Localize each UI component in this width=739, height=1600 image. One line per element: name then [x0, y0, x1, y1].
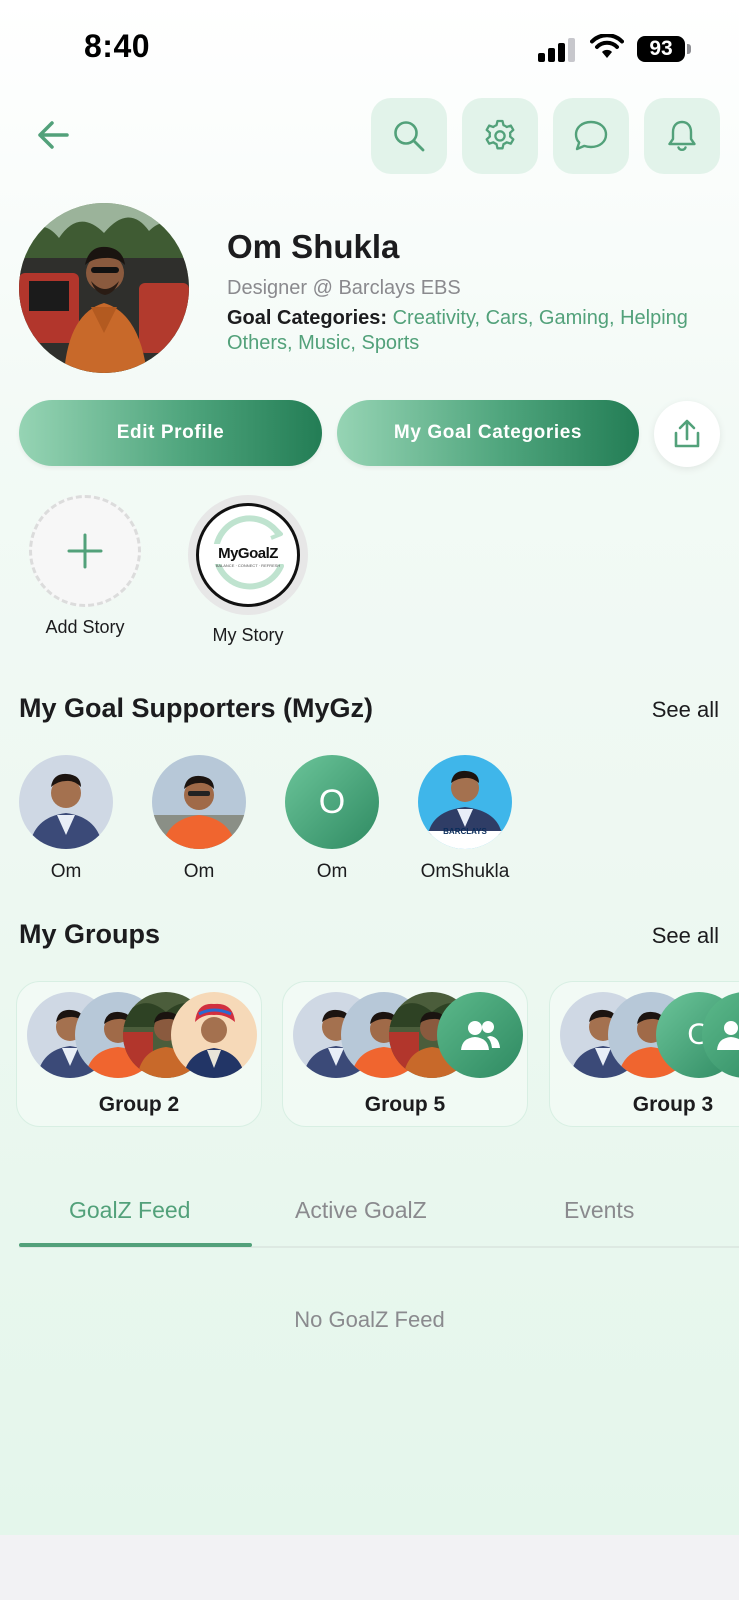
- groups-see-all[interactable]: See all: [652, 923, 719, 949]
- bottom-safe-area: [0, 1535, 739, 1600]
- supporter-item[interactable]: O Om: [284, 755, 380, 883]
- avatar-initial: O: [285, 755, 379, 849]
- wifi-icon: [590, 33, 624, 65]
- bell-icon: [668, 120, 696, 151]
- logo-wordmark: MyGoalZ: [218, 545, 278, 562]
- profile-goal-categories: Goal Categories: Creativity, Cars, Gamin…: [227, 306, 697, 356]
- supporters-see-all[interactable]: See all: [652, 697, 719, 723]
- supporter-name: OmShukla: [420, 861, 510, 882]
- avatar-initial-text: O: [318, 782, 346, 821]
- add-story-button[interactable]: [29, 495, 141, 607]
- avatar: BARCLAYS: [418, 755, 512, 849]
- my-story[interactable]: MyGoalZ BALANCE · CONNECT · REFRESH: [188, 495, 308, 615]
- barclays-badge: BARCLAYS: [443, 827, 487, 836]
- settings-button[interactable]: [462, 98, 538, 174]
- supporter-item[interactable]: BARCLAYS OmShukla: [417, 755, 513, 883]
- group-icon: [461, 1021, 500, 1050]
- group-name: Group 3: [632, 1093, 714, 1116]
- battery-tip: [687, 44, 691, 54]
- supporter-name: Om: [316, 861, 348, 882]
- search-icon: [394, 121, 425, 152]
- chat-button[interactable]: [553, 98, 629, 174]
- share-icon: [674, 419, 700, 448]
- tab-events[interactable]: Events: [564, 1197, 634, 1224]
- battery-indicator: 93: [637, 36, 685, 62]
- empty-feed-message: No GoalZ Feed: [294, 1307, 445, 1332]
- add-story-label: Add Story: [45, 617, 125, 637]
- groups-title: My Groups: [19, 919, 161, 949]
- active-tab-indicator: [19, 1243, 252, 1247]
- avatar: [152, 755, 246, 849]
- supporters-title: My Goal Supporters (MyGz): [19, 693, 374, 723]
- goal-categories-label: Goal Categories:: [227, 307, 388, 329]
- supporter-name: Om: [183, 861, 215, 882]
- profile-role: Designer @ Barclays EBS: [227, 277, 461, 299]
- plus-icon: [67, 533, 103, 569]
- group-icon: [717, 1021, 739, 1050]
- profile-name: Om Shukla: [227, 228, 400, 265]
- group-avatars: O: [560, 992, 739, 1078]
- tab-active-goalz[interactable]: Active GoalZ: [295, 1197, 427, 1224]
- arrow-left-icon: [38, 121, 69, 149]
- notifications-button[interactable]: [644, 98, 720, 174]
- group-name: Group 2: [98, 1093, 180, 1116]
- supporter-item[interactable]: Om: [18, 755, 114, 883]
- avatar: [171, 992, 257, 1078]
- logo-tagline: BALANCE · CONNECT · REFRESH: [215, 563, 281, 568]
- group-avatars: [27, 992, 267, 1078]
- group-card[interactable]: O Group 3: [549, 981, 739, 1127]
- back-button[interactable]: [30, 112, 76, 158]
- group-name: Group 5: [364, 1093, 446, 1116]
- status-time: 8:40: [84, 28, 151, 64]
- group-avatars: [293, 992, 533, 1078]
- tab-goalz-feed[interactable]: GoalZ Feed: [69, 1197, 190, 1224]
- gear-icon: [485, 119, 515, 150]
- my-story-label: My Story: [212, 625, 284, 645]
- group-card[interactable]: Group 5: [282, 981, 528, 1127]
- profile-avatar[interactable]: [19, 203, 189, 373]
- supporter-item[interactable]: Om: [151, 755, 247, 883]
- group-card[interactable]: Group 2: [16, 981, 262, 1127]
- group-icon-avatar: [437, 992, 523, 1078]
- my-goal-categories-button[interactable]: My Goal Categories: [337, 400, 639, 466]
- chat-bubble-icon: [574, 120, 608, 151]
- supporter-name: Om: [50, 861, 82, 882]
- search-button[interactable]: [371, 98, 447, 174]
- cellular-signal-icon: [538, 38, 578, 62]
- share-button[interactable]: [654, 401, 720, 467]
- mygoalz-logo: MyGoalZ BALANCE · CONNECT · REFRESH: [196, 503, 300, 607]
- edit-profile-button[interactable]: Edit Profile: [19, 400, 322, 466]
- avatar: [19, 755, 113, 849]
